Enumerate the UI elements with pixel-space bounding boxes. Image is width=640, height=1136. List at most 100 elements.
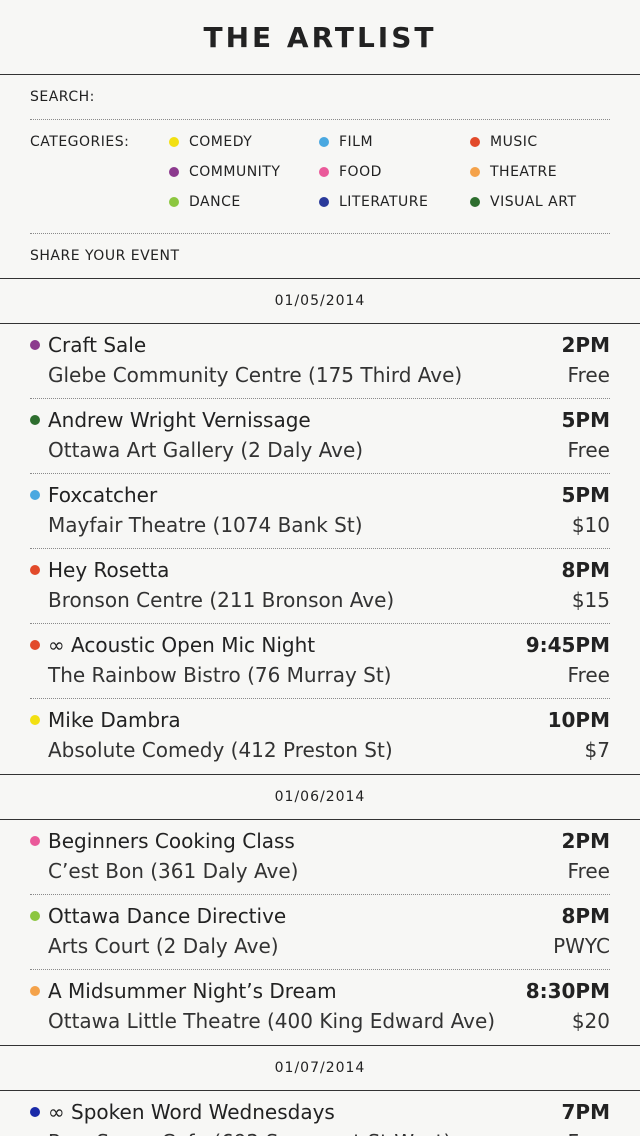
event-time: 10PM bbox=[547, 708, 610, 732]
event-row[interactable]: A Midsummer Night’s Dream 8:30PM Ottawa Li… bbox=[30, 970, 610, 1045]
event-venue: The Rainbow Bistro (76 Murray St) bbox=[48, 663, 392, 687]
event-row[interactable]: ∞ Acoustic Open Mic Night 9:45PM The Rainb… bbox=[30, 624, 610, 699]
event-list: Craft Sale 2PM Glebe Community Centre (175… bbox=[0, 324, 640, 774]
event-venue: Glebe Community Centre (175 Third Ave) bbox=[48, 363, 463, 387]
event-list: ∞ Spoken Word Wednesdays 7PM Raw Sugar Caf… bbox=[0, 1091, 640, 1136]
app-header: THE ARTLIST bbox=[0, 0, 640, 75]
event-row[interactable]: Craft Sale 2PM Glebe Community Centre (175… bbox=[30, 324, 610, 399]
event-venue: Arts Court (2 Daly Ave) bbox=[48, 934, 279, 958]
event-venue: Raw Sugar Cafe (692 Somerset St West) bbox=[48, 1129, 451, 1136]
category-label: DANCE bbox=[189, 194, 241, 210]
event-name: ∞ Spoken Word Wednesdays bbox=[48, 1100, 335, 1124]
category-label: COMEDY bbox=[189, 134, 253, 150]
category-filter-music[interactable]: MUSIC bbox=[470, 134, 610, 164]
event-venue: Ottawa Art Gallery (2 Daly Ave) bbox=[48, 438, 364, 462]
event-price: $15 bbox=[571, 588, 610, 612]
categories-row: CATEGORIES: COMEDY FILM MUSIC COMMUNITY FOOD… bbox=[30, 120, 610, 234]
category-label: FOOD bbox=[339, 164, 382, 180]
event-price: PWYC bbox=[553, 934, 610, 958]
event-row[interactable]: Ottawa Dance Directive 8PM Arts Court (2 D… bbox=[30, 895, 610, 970]
app-title: THE ARTLIST bbox=[203, 20, 437, 54]
event-row[interactable]: Foxcatcher 5PM Mayfair Theatre (1074 Bank … bbox=[30, 474, 610, 549]
event-price: Free bbox=[567, 859, 610, 883]
category-color-dot bbox=[30, 490, 40, 500]
event-venue: Ottawa Little Theatre (400 King Edward A… bbox=[48, 1009, 496, 1033]
event-name: Foxcatcher bbox=[48, 483, 158, 507]
event-venue: Bronson Centre (211 Bronson Ave) bbox=[48, 588, 395, 612]
event-price: $20 bbox=[571, 1009, 610, 1033]
event-row[interactable]: ∞ Spoken Word Wednesdays 7PM Raw Sugar Caf… bbox=[30, 1091, 610, 1136]
event-name: Hey Rosetta bbox=[48, 558, 170, 582]
event-row[interactable]: Andrew Wright Vernissage 5PM Ottawa Art Ga… bbox=[30, 399, 610, 474]
event-time: 8PM bbox=[561, 558, 610, 582]
category-label: COMMUNITY bbox=[189, 164, 281, 180]
event-time: 9:45PM bbox=[525, 633, 610, 657]
category-color-dot bbox=[30, 1107, 40, 1117]
event-name: Craft Sale bbox=[48, 333, 147, 357]
category-color-dot bbox=[470, 137, 480, 147]
event-price: $10 bbox=[571, 513, 610, 537]
category-color-dot bbox=[470, 167, 480, 177]
filters-panel: SEARCH: CATEGORIES: COMEDY FILM MUSIC COMMU… bbox=[0, 75, 640, 278]
category-color-dot bbox=[30, 911, 40, 921]
event-time: 5PM bbox=[561, 483, 610, 507]
category-filter-community[interactable]: COMMUNITY bbox=[169, 164, 319, 194]
category-color-dot bbox=[169, 197, 179, 207]
day-header: 01/05/2014 bbox=[0, 278, 640, 324]
category-color-dot bbox=[169, 137, 179, 147]
day-header: 01/06/2014 bbox=[0, 774, 640, 820]
category-filter-dance[interactable]: DANCE bbox=[169, 194, 319, 224]
category-grid: COMEDY FILM MUSIC COMMUNITY FOOD THEATRE DANCE… bbox=[169, 134, 610, 224]
event-row[interactable]: Mike Dambra 10PM Absolute Comedy (412 Pres… bbox=[30, 699, 610, 774]
category-label: THEATRE bbox=[490, 164, 558, 180]
event-price: Free bbox=[567, 363, 610, 387]
event-name: Andrew Wright Vernissage bbox=[48, 408, 311, 432]
event-time: 2PM bbox=[561, 333, 610, 357]
event-venue: C’est Bon (361 Daly Ave) bbox=[48, 859, 299, 883]
category-color-dot bbox=[30, 715, 40, 725]
event-row[interactable]: Hey Rosetta 8PM Bronson Centre (211 Bronso… bbox=[30, 549, 610, 624]
category-filter-food[interactable]: FOOD bbox=[319, 164, 470, 194]
event-price: Free bbox=[567, 663, 610, 687]
category-filter-comedy[interactable]: COMEDY bbox=[169, 134, 319, 164]
event-name: ∞ Acoustic Open Mic Night bbox=[48, 633, 316, 657]
search-label: SEARCH: bbox=[30, 89, 95, 105]
event-name: Ottawa Dance Directive bbox=[48, 904, 287, 928]
category-color-dot bbox=[319, 167, 329, 177]
event-row[interactable]: Beginners Cooking Class 2PM C’est Bon (361… bbox=[30, 820, 610, 895]
event-price: $7 bbox=[584, 738, 610, 762]
event-time: 8PM bbox=[561, 904, 610, 928]
day-header: 01/07/2014 bbox=[0, 1045, 640, 1091]
event-time: 8:30PM bbox=[525, 979, 610, 1003]
event-name: Beginners Cooking Class bbox=[48, 829, 295, 853]
search-row[interactable]: SEARCH: bbox=[30, 75, 610, 120]
category-color-dot bbox=[169, 167, 179, 177]
category-color-dot bbox=[30, 415, 40, 425]
event-venue: Mayfair Theatre (1074 Bank St) bbox=[48, 513, 363, 537]
category-color-dot bbox=[30, 565, 40, 575]
category-filter-theatre[interactable]: THEATRE bbox=[470, 164, 610, 194]
category-filter-film[interactable]: FILM bbox=[319, 134, 470, 164]
categories-label: CATEGORIES: bbox=[30, 134, 130, 150]
category-filter-literature[interactable]: LITERATURE bbox=[319, 194, 470, 224]
event-list: Beginners Cooking Class 2PM C’est Bon (361… bbox=[0, 820, 640, 1045]
category-label: MUSIC bbox=[490, 134, 538, 150]
event-listing: 01/05/2014 Craft Sale 2PM Glebe Community C… bbox=[0, 278, 640, 1136]
event-price: Free bbox=[567, 438, 610, 462]
category-filter-visual-art[interactable]: VISUAL ART bbox=[470, 194, 610, 224]
category-color-dot bbox=[30, 986, 40, 996]
category-label: LITERATURE bbox=[339, 194, 429, 210]
event-time: 2PM bbox=[561, 829, 610, 853]
event-name: Mike Dambra bbox=[48, 708, 181, 732]
category-color-dot bbox=[30, 640, 40, 650]
event-price: Free bbox=[568, 1129, 610, 1136]
event-time: 5PM bbox=[561, 408, 610, 432]
category-color-dot bbox=[319, 137, 329, 147]
share-event-label: SHARE YOUR EVENT bbox=[30, 248, 180, 264]
category-color-dot bbox=[30, 836, 40, 846]
share-event-link[interactable]: SHARE YOUR EVENT bbox=[30, 234, 610, 278]
event-venue: Absolute Comedy (412 Preston St) bbox=[48, 738, 393, 762]
category-color-dot bbox=[470, 197, 480, 207]
category-label: FILM bbox=[339, 134, 374, 150]
category-color-dot bbox=[319, 197, 329, 207]
